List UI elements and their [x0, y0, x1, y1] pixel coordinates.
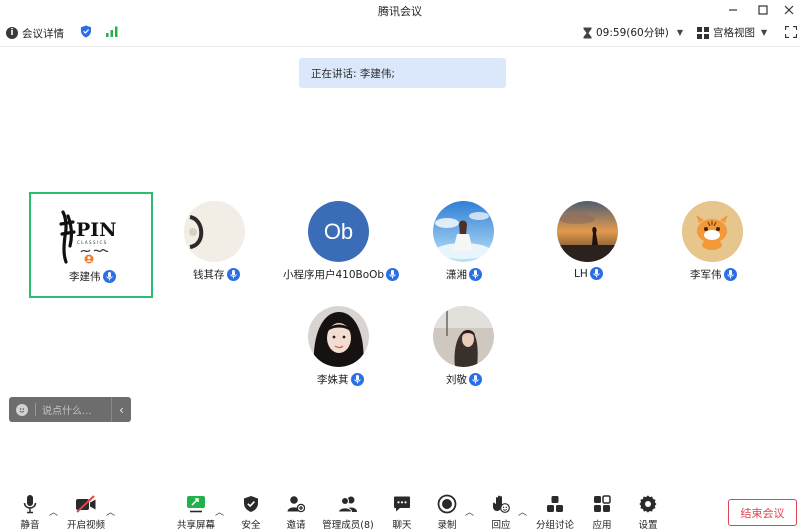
info-icon: i: [6, 27, 18, 39]
participant-tile[interactable]: LH: [527, 192, 651, 298]
signal-strength-icon[interactable]: [106, 26, 118, 40]
participant-avatar: [433, 306, 494, 367]
participant-avatar: [433, 201, 494, 262]
gear-icon: [639, 492, 657, 516]
participant-avatar: [682, 201, 743, 262]
meeting-timer[interactable]: 09:59(60分钟) ▼: [583, 25, 683, 40]
participant-tile[interactable]: 潇湘: [402, 192, 526, 298]
avatar-logo-text: PIN: [76, 219, 117, 241]
meeting-info-bar: i 会议详情 09:59(60分钟) ▼ 宫格视图 ▼: [0, 20, 800, 47]
close-icon: [784, 5, 794, 15]
participant-avatar: [308, 306, 369, 367]
react-options-caret[interactable]: ︿: [518, 505, 527, 518]
participant-tile[interactable]: 李姝萁: [278, 297, 402, 403]
manage-members-button[interactable]: 管理成员(8): [322, 492, 374, 531]
timer-text: 09:59(60分钟): [596, 27, 669, 39]
mic-icon: [589, 267, 603, 280]
window-title: 腾讯会议: [378, 5, 422, 18]
invite-button[interactable]: 邀请: [271, 492, 321, 531]
view-mode-label: 宫格视图: [713, 27, 755, 39]
title-bar: 腾讯会议: [0, 0, 800, 20]
participant-name: 李建伟: [69, 269, 116, 284]
chevron-left-icon: ‹: [119, 402, 124, 417]
mic-icon: [350, 373, 364, 386]
video-options-caret[interactable]: ︿: [106, 505, 115, 518]
emoji-icon[interactable]: [16, 403, 28, 416]
chat-divider: [35, 403, 36, 416]
share-options-caret[interactable]: ︿: [215, 505, 224, 518]
chevron-down-icon: ▼: [761, 28, 768, 37]
speaking-banner: 正在讲话: 李建伟;: [299, 58, 506, 88]
maximize-button[interactable]: [750, 0, 776, 20]
chevron-down-icon: ▼: [676, 28, 683, 37]
chat-input-box[interactable]: 说点什么... ‹: [9, 397, 131, 422]
shield-icon[interactable]: [80, 25, 92, 41]
participant-tile[interactable]: 李军伟: [651, 192, 775, 298]
mute-options-caret[interactable]: ︿: [49, 505, 58, 518]
apps-grid-icon: [593, 492, 611, 516]
participant-tile[interactable]: Ob 小程序用户410BoOb: [278, 192, 402, 298]
share-screen-icon: [186, 492, 206, 516]
breakout-rooms-button[interactable]: 分组讨论: [530, 492, 580, 531]
settings-button[interactable]: 设置: [623, 492, 673, 531]
record-options-caret[interactable]: ︿: [465, 505, 474, 518]
apps-button[interactable]: 应用: [577, 492, 627, 531]
participant-avatar: Ob: [308, 201, 369, 262]
minimize-icon: [729, 9, 737, 11]
participant-name: LH: [574, 267, 603, 280]
view-mode-dropdown[interactable]: 宫格视图 ▼: [697, 25, 767, 40]
microphone-icon: [23, 492, 37, 516]
participant-avatar-logo: PIN CLASSICS: [59, 206, 123, 268]
participant-name: 李姝萁: [317, 372, 364, 387]
share-screen-button[interactable]: 共享屏幕: [171, 492, 221, 531]
speaking-text: 正在讲话: 李建伟;: [311, 67, 395, 80]
raise-hand-icon: [492, 492, 510, 516]
camera-off-icon: [75, 492, 97, 516]
mic-icon: [469, 268, 482, 281]
grid-view-icon: [697, 26, 709, 39]
avatar-initials: Ob: [323, 218, 354, 244]
hourglass-icon: [583, 27, 592, 38]
participant-name: 钱其存: [193, 267, 240, 282]
start-video-button[interactable]: 开启视频: [61, 492, 111, 531]
collapse-chat-button[interactable]: ‹: [111, 397, 131, 422]
participant-avatar: [184, 201, 245, 262]
participant-name: 小程序用户410BoOb: [283, 267, 400, 282]
maximize-icon: [758, 5, 768, 15]
mic-icon: [386, 268, 400, 281]
participant-tile[interactable]: 刘敬: [402, 297, 526, 403]
mic-icon: [469, 373, 482, 386]
fullscreen-button[interactable]: [785, 26, 797, 38]
avatar-logo-subtext: CLASSICS: [77, 240, 108, 245]
record-icon: [437, 492, 457, 516]
chat-bubble-icon: [393, 492, 411, 516]
end-meeting-button[interactable]: 结束会议: [728, 499, 797, 526]
mic-icon: [723, 268, 737, 281]
fullscreen-icon: [785, 26, 797, 38]
security-button[interactable]: 安全: [226, 492, 276, 531]
shield-icon: [243, 492, 259, 516]
meeting-details-button[interactable]: i 会议详情: [6, 26, 64, 41]
close-button[interactable]: [776, 0, 800, 20]
participant-name: 刘敬: [446, 372, 482, 387]
chat-button[interactable]: 聊天: [377, 492, 427, 531]
participant-avatar: [557, 201, 618, 262]
mic-icon: [226, 268, 240, 281]
chat-input[interactable]: 说点什么...: [42, 402, 111, 417]
add-user-icon: [287, 492, 305, 516]
members-icon: [338, 492, 358, 516]
mute-button[interactable]: 静音: [5, 492, 55, 531]
meeting-details-label: 会议详情: [22, 27, 64, 40]
participant-name: 李军伟: [690, 267, 737, 282]
mic-icon: [102, 270, 116, 283]
breakout-icon: [546, 492, 564, 516]
participant-tile[interactable]: PIN CLASSICS 李建伟: [29, 192, 153, 298]
participant-name: 潇湘: [446, 267, 482, 282]
participant-tile[interactable]: 钱其存: [155, 192, 279, 298]
minimize-button[interactable]: [720, 0, 746, 20]
